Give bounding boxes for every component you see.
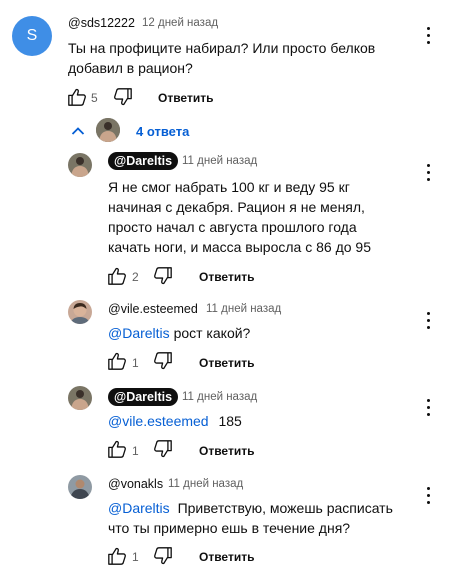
reply-body: 185 <box>218 413 242 429</box>
more-vertical-icon[interactable] <box>421 311 437 331</box>
reply-time[interactable]: 11 дней назад <box>206 303 281 315</box>
like-count: 1 <box>132 356 139 370</box>
comment-text: Ты на профиците набирал? Или просто белк… <box>68 40 376 76</box>
like-count: 2 <box>132 270 139 284</box>
thumb-down-icon[interactable] <box>153 352 173 370</box>
reply-text: @Dareltis рост какой? <box>108 323 398 343</box>
avatar-letter: S <box>26 27 38 44</box>
reply-button[interactable]: Ответить <box>158 91 213 105</box>
thumb-down-icon[interactable] <box>153 547 173 565</box>
thumb-down-icon[interactable] <box>153 440 173 458</box>
like-count: 1 <box>132 550 139 564</box>
thumb-up-icon[interactable] <box>107 440 127 458</box>
reply-text: Я не смог набрать 100 кг и веду 95 кг на… <box>108 179 371 255</box>
more-vertical-icon[interactable] <box>421 486 437 506</box>
comment-time[interactable]: 12 дней назад <box>142 17 218 29</box>
avatar[interactable] <box>68 475 92 499</box>
mention-link[interactable]: @Dareltis <box>108 325 170 341</box>
reply-time[interactable]: 11 дней назад <box>182 391 257 403</box>
reply-button[interactable]: Ответить <box>199 444 254 458</box>
reply-author[interactable]: @Dareltis <box>108 152 179 170</box>
reply-button[interactable]: Ответить <box>199 270 254 284</box>
avatar[interactable] <box>68 300 92 324</box>
reply-author[interactable]: @vonakls <box>108 477 163 491</box>
comment-author[interactable]: @sds12222 <box>68 16 135 30</box>
mention-link[interactable]: @Dareltis <box>108 500 170 516</box>
reply-body: рост какой? <box>173 325 251 341</box>
more-vertical-icon[interactable] <box>421 398 437 418</box>
reply-time[interactable]: 11 дней назад <box>168 478 243 490</box>
thumb-down-icon[interactable] <box>113 88 133 106</box>
like-count: 5 <box>91 91 98 105</box>
more-vertical-icon[interactable] <box>421 26 437 46</box>
thumb-up-icon[interactable] <box>107 547 127 565</box>
reply-text: @vile.esteemed 185 <box>108 411 398 431</box>
avatar <box>96 118 120 142</box>
reply-time[interactable]: 11 дней назад <box>182 155 257 167</box>
more-vertical-icon[interactable] <box>421 163 437 183</box>
avatar[interactable] <box>68 153 92 177</box>
thumb-down-icon[interactable] <box>153 267 173 285</box>
like-count: 1 <box>132 444 139 458</box>
thumb-up-icon[interactable] <box>67 88 87 106</box>
reply-button[interactable]: Ответить <box>199 550 254 564</box>
thumb-up-icon[interactable] <box>107 352 127 370</box>
reply-button[interactable]: Ответить <box>199 356 254 370</box>
mention-link[interactable]: @vile.esteemed <box>108 413 209 429</box>
chevron-up-icon[interactable] <box>71 126 85 136</box>
avatar[interactable]: S <box>12 16 52 56</box>
avatar[interactable] <box>68 386 92 410</box>
reply-author[interactable]: @Dareltis <box>108 388 179 406</box>
thumb-up-icon[interactable] <box>107 267 127 285</box>
replies-toggle[interactable]: 4 ответа <box>136 124 189 139</box>
reply-author[interactable]: @vile.esteemed <box>108 302 198 316</box>
reply-text: @Dareltis Приветствую, можешь расписать … <box>108 498 408 538</box>
